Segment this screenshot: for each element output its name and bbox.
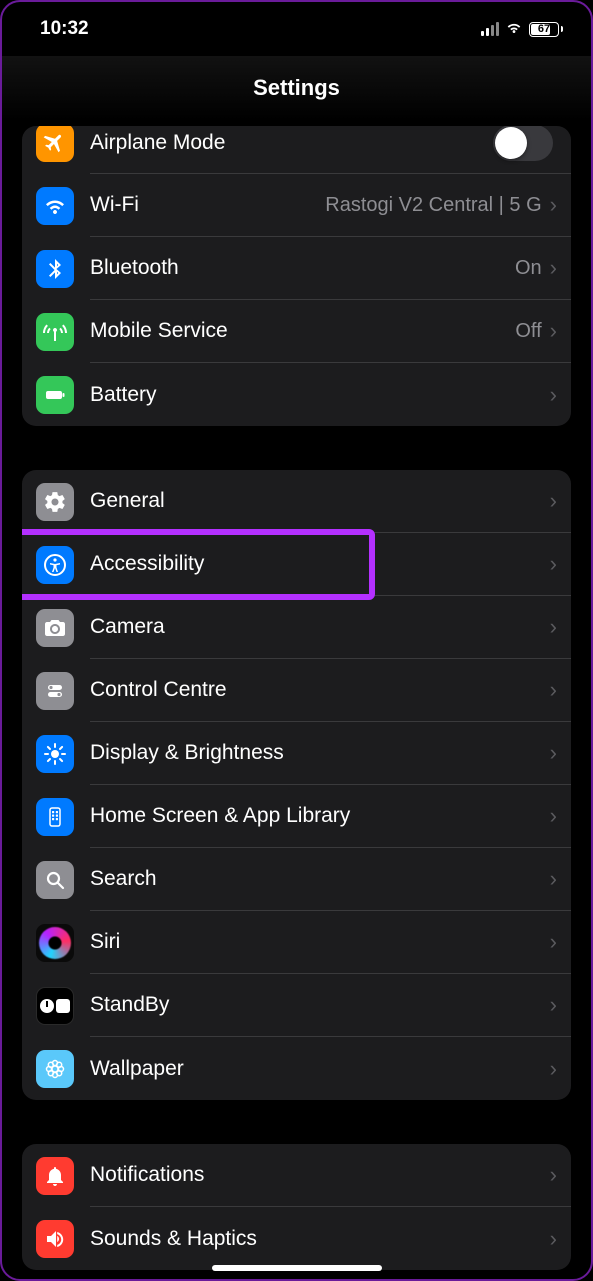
row-label: Wi-Fi	[90, 193, 325, 217]
standby-icon	[36, 987, 74, 1025]
airplane-toggle[interactable]	[493, 126, 553, 161]
wifi-status-icon	[505, 18, 523, 40]
row-label: Display & Brightness	[90, 741, 550, 765]
row-label: Control Centre	[90, 678, 550, 702]
row-value: Rastogi V2 Central | 5 G	[325, 194, 541, 217]
home-screen-icon	[36, 798, 74, 836]
chevron-right-icon: ›	[550, 551, 557, 577]
chevron-right-icon: ›	[550, 677, 557, 703]
row-label: Mobile Service	[90, 319, 515, 343]
row-label: Accessibility	[90, 552, 550, 576]
row-label: Battery	[90, 383, 550, 407]
row-bluetooth[interactable]: Bluetooth On ›	[22, 237, 571, 300]
page-title: Settings	[253, 75, 340, 101]
row-search[interactable]: Search ›	[22, 848, 571, 911]
search-icon	[36, 861, 74, 899]
settings-scroll[interactable]: Airplane Mode Wi-Fi Rastogi V2 Central |…	[2, 126, 591, 1270]
row-home-screen[interactable]: Home Screen & App Library ›	[22, 785, 571, 848]
row-label: Siri	[90, 930, 550, 954]
battery-icon	[36, 376, 74, 414]
antenna-icon	[36, 313, 74, 351]
row-label: Bluetooth	[90, 256, 515, 280]
siri-icon	[36, 924, 74, 962]
row-label: Sounds & Haptics	[90, 1227, 550, 1251]
chevron-right-icon: ›	[550, 740, 557, 766]
chevron-right-icon: ›	[550, 992, 557, 1018]
row-airplane-mode[interactable]: Airplane Mode	[22, 126, 571, 174]
status-right: 67	[481, 18, 563, 40]
bluetooth-icon	[36, 250, 74, 288]
accessibility-icon	[36, 546, 74, 584]
chevron-right-icon: ›	[550, 1056, 557, 1082]
row-value: On	[515, 257, 542, 280]
row-battery[interactable]: Battery ›	[22, 363, 571, 426]
status-time: 10:32	[40, 18, 89, 40]
row-camera[interactable]: Camera ›	[22, 596, 571, 659]
row-label: StandBy	[90, 993, 550, 1017]
notifications-icon	[36, 1157, 74, 1195]
cellular-signal-icon	[481, 22, 499, 36]
row-label: Home Screen & App Library	[90, 804, 550, 828]
row-wifi[interactable]: Wi-Fi Rastogi V2 Central | 5 G ›	[22, 174, 571, 237]
chevron-right-icon: ›	[550, 488, 557, 514]
settings-group-general: General › Accessibility › Camera ›	[22, 470, 571, 1100]
row-accessibility[interactable]: Accessibility ›	[22, 533, 571, 596]
chevron-right-icon: ›	[550, 1162, 557, 1188]
row-value: Off	[515, 320, 541, 343]
row-label: Wallpaper	[90, 1057, 550, 1081]
chevron-right-icon: ›	[550, 1226, 557, 1252]
row-label: General	[90, 489, 550, 513]
row-label: Camera	[90, 615, 550, 639]
row-standby[interactable]: StandBy ›	[22, 974, 571, 1037]
chevron-right-icon: ›	[550, 929, 557, 955]
camera-icon	[36, 609, 74, 647]
sounds-icon	[36, 1220, 74, 1258]
chevron-right-icon: ›	[550, 866, 557, 892]
row-sounds-haptics[interactable]: Sounds & Haptics ›	[22, 1207, 571, 1270]
row-general[interactable]: General ›	[22, 470, 571, 533]
row-control-centre[interactable]: Control Centre ›	[22, 659, 571, 722]
chevron-right-icon: ›	[550, 614, 557, 640]
row-notifications[interactable]: Notifications ›	[22, 1144, 571, 1207]
chevron-right-icon: ›	[550, 318, 557, 344]
settings-group-alerts: Notifications › Sounds & Haptics ›	[22, 1144, 571, 1270]
row-mobile-service[interactable]: Mobile Service Off ›	[22, 300, 571, 363]
row-label: Search	[90, 867, 550, 891]
settings-group-network: Airplane Mode Wi-Fi Rastogi V2 Central |…	[22, 126, 571, 426]
chevron-right-icon: ›	[550, 382, 557, 408]
wallpaper-icon	[36, 1050, 74, 1088]
airplane-icon	[36, 126, 74, 162]
chevron-right-icon: ›	[550, 192, 557, 218]
status-bar: 10:32 67	[2, 2, 591, 56]
row-display-brightness[interactable]: Display & Brightness ›	[22, 722, 571, 785]
row-label: Airplane Mode	[90, 131, 493, 155]
home-indicator[interactable]	[212, 1265, 382, 1271]
row-siri[interactable]: Siri ›	[22, 911, 571, 974]
nav-header: Settings	[2, 56, 591, 120]
row-label: Notifications	[90, 1163, 550, 1187]
control-centre-icon	[36, 672, 74, 710]
chevron-right-icon: ›	[550, 803, 557, 829]
row-wallpaper[interactable]: Wallpaper ›	[22, 1037, 571, 1100]
chevron-right-icon: ›	[550, 255, 557, 281]
battery-indicator: 67	[529, 22, 563, 37]
gear-icon	[36, 483, 74, 521]
wifi-icon	[36, 187, 74, 225]
brightness-icon	[36, 735, 74, 773]
